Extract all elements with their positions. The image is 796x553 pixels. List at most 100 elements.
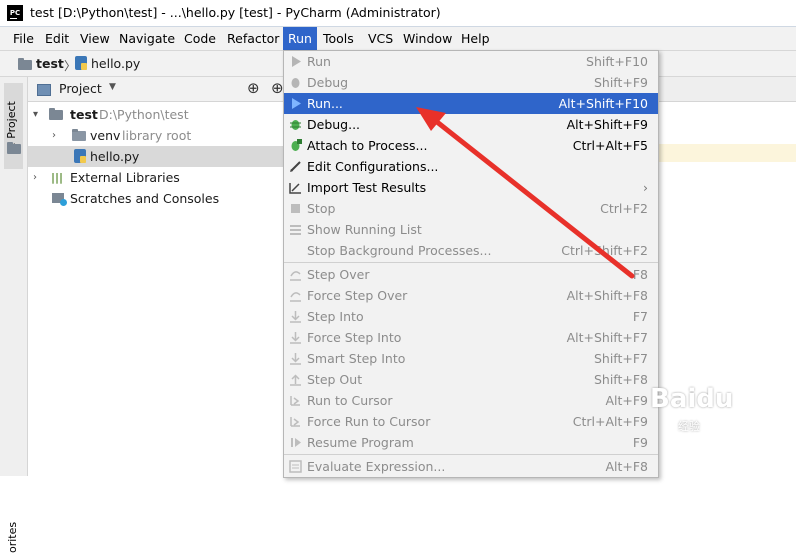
menu-item-debug[interactable]: Debug Shift+F9 xyxy=(284,72,658,93)
menu-item-label: Resume Program xyxy=(307,435,414,450)
window-title: test [D:\Python\test] - ...\hello.py [te… xyxy=(30,5,441,20)
breadcrumb-project[interactable]: test xyxy=(36,56,64,71)
tree-item-hello-py[interactable]: hello.py xyxy=(28,146,284,167)
menu-item-step-into[interactable]: Step Into F7 xyxy=(284,306,658,327)
debug-icon xyxy=(290,120,301,130)
menu-item-shortcut: Shift+F9 xyxy=(593,75,648,90)
chevron-down-icon[interactable]: ▾ xyxy=(33,104,38,125)
menu-item-force-step-into[interactable]: Force Step Into Alt+Shift+F7 xyxy=(284,327,658,348)
menu-window[interactable]: Window xyxy=(398,27,457,50)
collapse-icon[interactable]: ⊕ xyxy=(271,79,284,97)
menu-item-run[interactable]: Run Shift+F10 xyxy=(284,51,658,72)
menu-item-label: Step Into xyxy=(307,309,364,324)
locate-icon[interactable]: ⊕ xyxy=(247,79,260,97)
pycharm-app-icon: PC xyxy=(7,5,23,21)
menu-item-evaluate-expression[interactable]: Evaluate Expression... Alt+F8 xyxy=(284,456,658,477)
run-icon xyxy=(292,56,301,67)
force-run-to-cursor-icon xyxy=(290,417,300,427)
menu-item-attach-to-process[interactable]: Attach to Process... Ctrl+Alt+F5 xyxy=(284,135,658,156)
menu-item-smart-step-into[interactable]: Smart Step Into Shift+F7 xyxy=(284,348,658,369)
menu-item-shortcut: Ctrl+Alt+F9 xyxy=(572,414,648,429)
tree-item-label: test xyxy=(70,107,98,122)
menu-item-shortcut: Alt+Shift+F10 xyxy=(558,96,648,111)
menu-item-label: Stop xyxy=(307,201,336,216)
list-icon xyxy=(290,225,301,235)
step-over-icon xyxy=(290,271,301,281)
menu-item-shortcut: F7 xyxy=(632,309,648,324)
force-step-over-icon xyxy=(290,292,301,302)
chevron-right-icon[interactable]: › xyxy=(33,167,37,188)
chevron-right-icon[interactable]: › xyxy=(52,125,56,146)
tree-item-label: hello.py xyxy=(90,149,140,164)
submenu-arrow-icon: › xyxy=(643,180,648,195)
menu-item-force-step-over[interactable]: Force Step Over Alt+Shift+F8 xyxy=(284,285,658,306)
resume-icon xyxy=(291,438,301,447)
menu-item-edit-configurations[interactable]: Edit Configurations... xyxy=(284,156,658,177)
menu-vcs[interactable]: VCS xyxy=(363,27,398,50)
menu-item-force-run-to-cursor[interactable]: Force Run to Cursor Ctrl+Alt+F9 xyxy=(284,411,658,432)
menu-item-shortcut: Shift+F7 xyxy=(593,351,648,366)
project-tool-tab[interactable]: 1: Project xyxy=(4,83,23,169)
project-view-selector[interactable]: Project xyxy=(59,81,102,96)
run-icon xyxy=(292,98,301,109)
menu-item-step-over[interactable]: Step Over F8 xyxy=(284,264,658,285)
step-into-icon xyxy=(290,311,301,323)
menu-item-shortcut: Ctrl+F2 xyxy=(600,201,648,216)
debug-icon xyxy=(291,78,300,88)
menu-item-import-test-results[interactable]: Import Test Results › xyxy=(284,177,658,198)
menu-item-stop-background-processes[interactable]: Stop Background Processes... Ctrl+Shift+… xyxy=(284,240,658,261)
menu-item-shortcut: Alt+F9 xyxy=(605,393,648,408)
menu-view[interactable]: View xyxy=(75,27,115,50)
title-bar: PC test [D:\Python\test] - ...\hello.py … xyxy=(0,0,796,27)
menu-item-step-out[interactable]: Step Out Shift+F8 xyxy=(284,369,658,390)
menu-navigate[interactable]: Navigate xyxy=(114,27,180,50)
menu-item-label: Show Running List xyxy=(307,222,422,237)
project-panel-header: Project ▼ ⊕ ⊕ xyxy=(28,77,284,102)
menu-item-debug-dialog[interactable]: Debug... Alt+Shift+F9 xyxy=(284,114,658,135)
menu-item-label: Force Step Over xyxy=(307,288,408,303)
tree-item-label: External Libraries xyxy=(70,170,180,185)
menu-item-label: Import Test Results xyxy=(307,180,427,195)
menu-run[interactable]: Run xyxy=(283,27,317,50)
menu-file[interactable]: File xyxy=(8,27,39,50)
project-view-icon xyxy=(37,84,51,96)
menu-help[interactable]: Help xyxy=(456,27,495,50)
menu-item-shortcut: Shift+F10 xyxy=(586,54,648,69)
breadcrumb-file[interactable]: hello.py xyxy=(91,56,140,71)
menu-edit[interactable]: Edit xyxy=(40,27,74,50)
menu-item-label: Run to Cursor xyxy=(307,393,393,408)
menu-item-shortcut: Alt+Shift+F7 xyxy=(566,330,648,345)
menu-item-label: Debug xyxy=(307,75,349,90)
edit-icon xyxy=(290,161,301,172)
menu-code[interactable]: Code xyxy=(179,27,221,50)
menu-tools[interactable]: Tools xyxy=(318,27,359,50)
baidu-watermark-sub: 经验 xyxy=(678,420,700,433)
menu-item-label: Step Out xyxy=(307,372,363,387)
menu-item-run-to-cursor[interactable]: Run to Cursor Alt+F9 xyxy=(284,390,658,411)
menu-item-label: Force Step Into xyxy=(307,330,402,345)
menu-item-run-dialog[interactable]: Run... Alt+Shift+F10 xyxy=(284,93,658,114)
menu-item-label: Step Over xyxy=(307,267,370,282)
menu-item-label: Evaluate Expression... xyxy=(307,459,446,474)
tree-item-note: library root xyxy=(122,128,192,143)
tree-item-test[interactable]: ▾ test D:\Python\test xyxy=(28,104,284,125)
menu-item-stop[interactable]: Stop Ctrl+F2 xyxy=(284,198,658,219)
attach-icon xyxy=(291,139,302,151)
clock-icon xyxy=(60,199,67,206)
run-menu-dropdown: Run Shift+F10 Debug Shift+F9 Run... Alt+… xyxy=(283,50,659,478)
menu-item-show-running-list[interactable]: Show Running List xyxy=(284,219,658,240)
tree-item-external-libraries[interactable]: › ||| External Libraries xyxy=(28,167,284,188)
step-out-icon xyxy=(290,374,301,386)
menu-item-shortcut: Ctrl+Shift+F2 xyxy=(561,243,648,258)
favorites-tab-label[interactable]: orites xyxy=(6,522,19,553)
project-folder-icon xyxy=(7,142,21,154)
tree-item-scratches[interactable]: Scratches and Consoles xyxy=(28,188,284,209)
chevron-down-icon[interactable]: ▼ xyxy=(109,82,116,92)
menu-item-shortcut: Alt+Shift+F8 xyxy=(566,288,648,303)
tree-item-venv[interactable]: › venv library root xyxy=(28,125,284,146)
python-file-icon xyxy=(75,56,87,70)
menu-refactor[interactable]: Refactor xyxy=(222,27,284,50)
menu-item-resume-program[interactable]: Resume Program F9 xyxy=(284,432,658,453)
evaluate-icon xyxy=(289,460,302,473)
python-file-icon xyxy=(74,149,86,163)
